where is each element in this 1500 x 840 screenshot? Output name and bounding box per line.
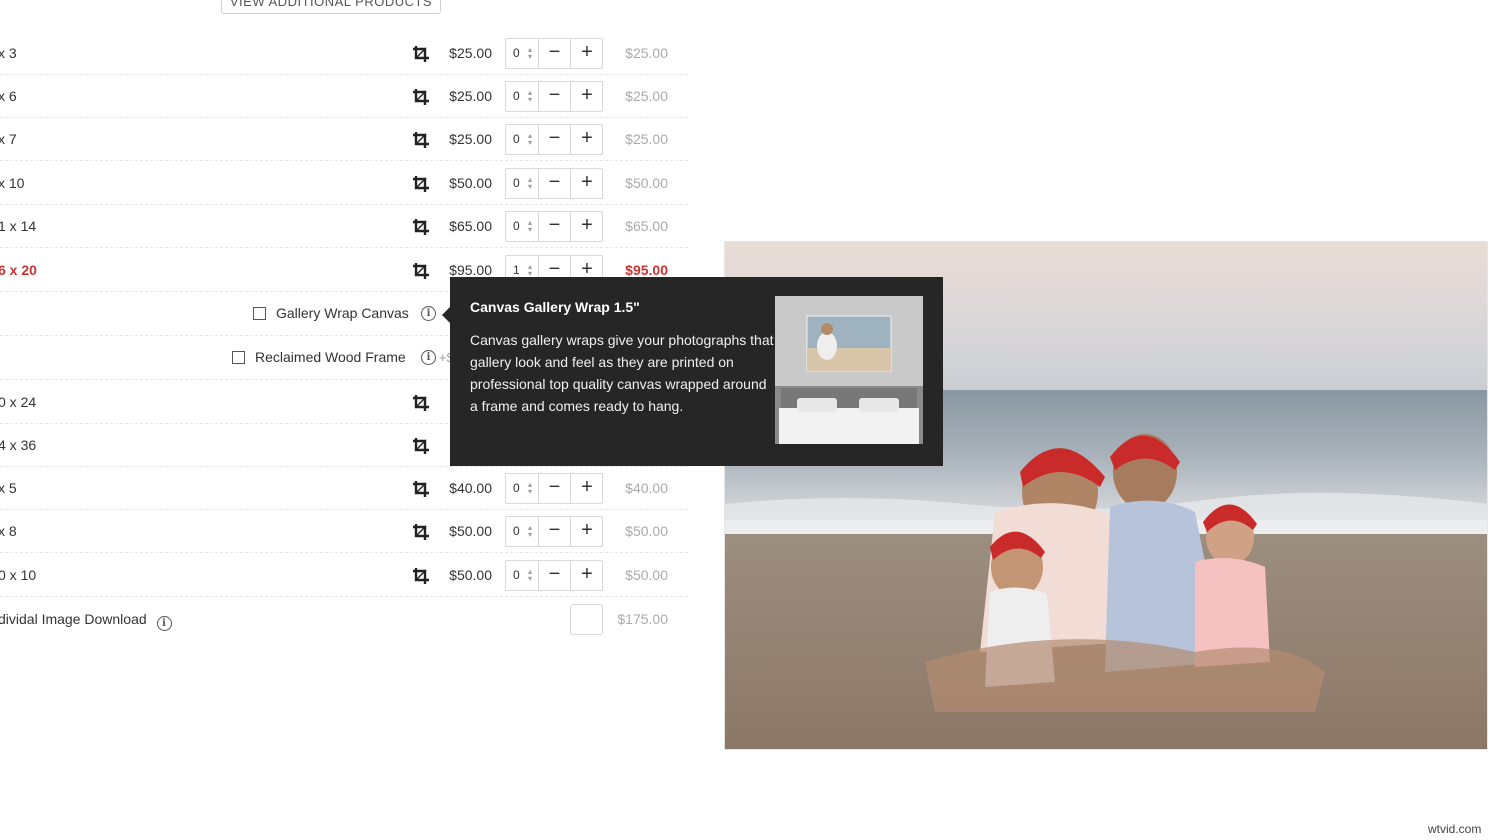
product-total: $25.00 [625, 88, 668, 104]
product-row: x 7 $25.00 0 ▴ ▾ − + $25.00 [0, 118, 688, 161]
crop-icon[interactable] [412, 45, 430, 63]
download-row: dividal Image Download i [0, 598, 172, 641]
minus-icon[interactable]: − [539, 82, 571, 111]
product-size-label: 1 x 14 [0, 218, 37, 234]
crop-icon[interactable] [412, 480, 430, 498]
product-size-label: x 5 [0, 480, 17, 496]
view-additional-products-button[interactable]: VIEW ADDITIONAL PRODUCTS [221, 0, 441, 14]
gallery-wrap-option: Gallery Wrap Canvas [253, 292, 409, 335]
quantity-input[interactable]: 0 ▴ ▾ [506, 474, 539, 503]
minus-icon[interactable]: − [539, 474, 571, 503]
quantity-input[interactable]: 0 ▴ ▾ [506, 517, 539, 546]
canvas-preview-image [775, 296, 923, 444]
crop-icon[interactable] [412, 88, 430, 106]
quantity-input[interactable]: 0 ▴ ▾ [506, 212, 539, 241]
crop-icon[interactable] [412, 523, 430, 541]
product-price: $50.00 [449, 567, 492, 583]
plus-icon[interactable]: + [571, 212, 603, 241]
crop-icon[interactable] [412, 262, 430, 280]
product-size-label: 0 x 10 [0, 567, 37, 583]
quantity-input[interactable]: 0 ▴ ▾ [506, 125, 539, 154]
tooltip-body: Canvas gallery wraps give your photograp… [470, 332, 774, 414]
info-icon[interactable]: i [421, 350, 436, 365]
gallery-wrap-label: Gallery Wrap Canvas [276, 305, 409, 321]
crop-icon[interactable] [412, 175, 430, 193]
product-price: $50.00 [449, 175, 492, 191]
quantity-stepper: 0 ▴ ▾ − + [505, 38, 603, 69]
plus-icon[interactable]: + [571, 125, 603, 154]
quantity-stepper: 0 ▴ ▾ − + [505, 81, 603, 112]
plus-icon[interactable]: + [571, 517, 603, 546]
quantity-stepper: 0 ▴ ▾ − + [505, 211, 603, 242]
product-total: $40.00 [625, 480, 668, 496]
plus-icon[interactable]: + [571, 169, 603, 198]
tooltip-title: Canvas Gallery Wrap 1.5" [470, 299, 640, 315]
minus-icon[interactable]: − [539, 169, 571, 198]
minus-icon[interactable]: − [539, 39, 571, 68]
quantity-input[interactable]: 0 ▴ ▾ [506, 82, 539, 111]
crop-icon[interactable] [412, 394, 430, 412]
product-size-label: 0 x 24 [0, 394, 37, 410]
minus-icon[interactable]: − [539, 212, 571, 241]
quantity-stepper: 0 ▴ ▾ − + [505, 124, 603, 155]
product-total: $25.00 [625, 45, 668, 61]
quantity-stepper: 0 ▴ ▾ − + [505, 516, 603, 547]
product-total: $50.00 [625, 175, 668, 191]
download-checkbox[interactable] [570, 604, 603, 635]
product-size-label: 6 x 20 [0, 262, 37, 278]
product-size-label: x 10 [0, 175, 25, 191]
product-row: 1 x 14 $65.00 0 ▴ ▾ − + $65.00 [0, 205, 688, 248]
product-row: x 8 $50.00 0 ▴ ▾ − + $50.00 [0, 510, 688, 553]
minus-icon[interactable]: − [539, 125, 571, 154]
product-total: $50.00 [625, 567, 668, 583]
quantity-stepper: 0 ▴ ▾ − + [505, 560, 603, 591]
quantity-input[interactable]: 0 ▴ ▾ [506, 39, 539, 68]
product-total: $25.00 [625, 131, 668, 147]
quantity-stepper: 0 ▴ ▾ − + [505, 473, 603, 504]
product-price: $40.00 [449, 480, 492, 496]
quantity-input[interactable]: 0 ▴ ▾ [506, 561, 539, 590]
quantity-input[interactable]: 0 ▴ ▾ [506, 169, 539, 198]
download-total: $175.00 [617, 611, 668, 627]
product-price: $25.00 [449, 88, 492, 104]
plus-icon[interactable]: + [571, 39, 603, 68]
info-icon[interactable]: i [421, 306, 436, 321]
canvas-info-tooltip: Canvas Gallery Wrap 1.5" Canvas gallery … [442, 277, 943, 466]
plus-icon[interactable]: + [571, 474, 603, 503]
download-label: dividal Image Download [0, 611, 147, 627]
product-size-label: x 8 [0, 523, 17, 539]
product-row: x 3 $25.00 0 ▴ ▾ − + $25.00 [0, 32, 688, 75]
product-price: $25.00 [449, 131, 492, 147]
plus-icon[interactable]: + [571, 82, 603, 111]
product-row: 0 x 10 $50.00 0 ▴ ▾ − + $50.00 [0, 554, 688, 597]
product-price: $25.00 [449, 45, 492, 61]
product-total: $65.00 [625, 218, 668, 234]
reclaimed-wood-option: Reclaimed Wood Frame [232, 336, 406, 379]
product-size-label: x 3 [0, 45, 17, 61]
product-price: $50.00 [449, 523, 492, 539]
crop-icon[interactable] [412, 437, 430, 455]
gallery-wrap-checkbox[interactable] [253, 307, 266, 320]
info-icon[interactable]: i [156, 616, 172, 631]
crop-icon[interactable] [412, 131, 430, 149]
reclaimed-wood-checkbox[interactable] [232, 351, 245, 364]
quantity-stepper: 0 ▴ ▾ − + [505, 168, 603, 199]
minus-icon[interactable]: − [539, 517, 571, 546]
product-row: x 5 $40.00 0 ▴ ▾ − + $40.00 [0, 467, 688, 510]
product-price: $65.00 [449, 218, 492, 234]
crop-icon[interactable] [412, 218, 430, 236]
product-row: x 6 $25.00 0 ▴ ▾ − + $25.00 [0, 75, 688, 118]
product-size-label: x 6 [0, 88, 17, 104]
crop-icon[interactable] [412, 567, 430, 585]
product-total: $50.00 [625, 523, 668, 539]
product-row: x 10 $50.00 0 ▴ ▾ − + $50.00 [0, 162, 688, 205]
minus-icon[interactable]: − [539, 561, 571, 590]
canvas-preview-illustration [775, 296, 923, 444]
watermark: wtvid.com [1428, 822, 1482, 836]
plus-icon[interactable]: + [571, 561, 603, 590]
reclaimed-wood-label: Reclaimed Wood Frame [255, 349, 406, 365]
tooltip-arrow [442, 307, 450, 323]
product-size-label: x 7 [0, 131, 17, 147]
product-size-label: 4 x 36 [0, 437, 37, 453]
